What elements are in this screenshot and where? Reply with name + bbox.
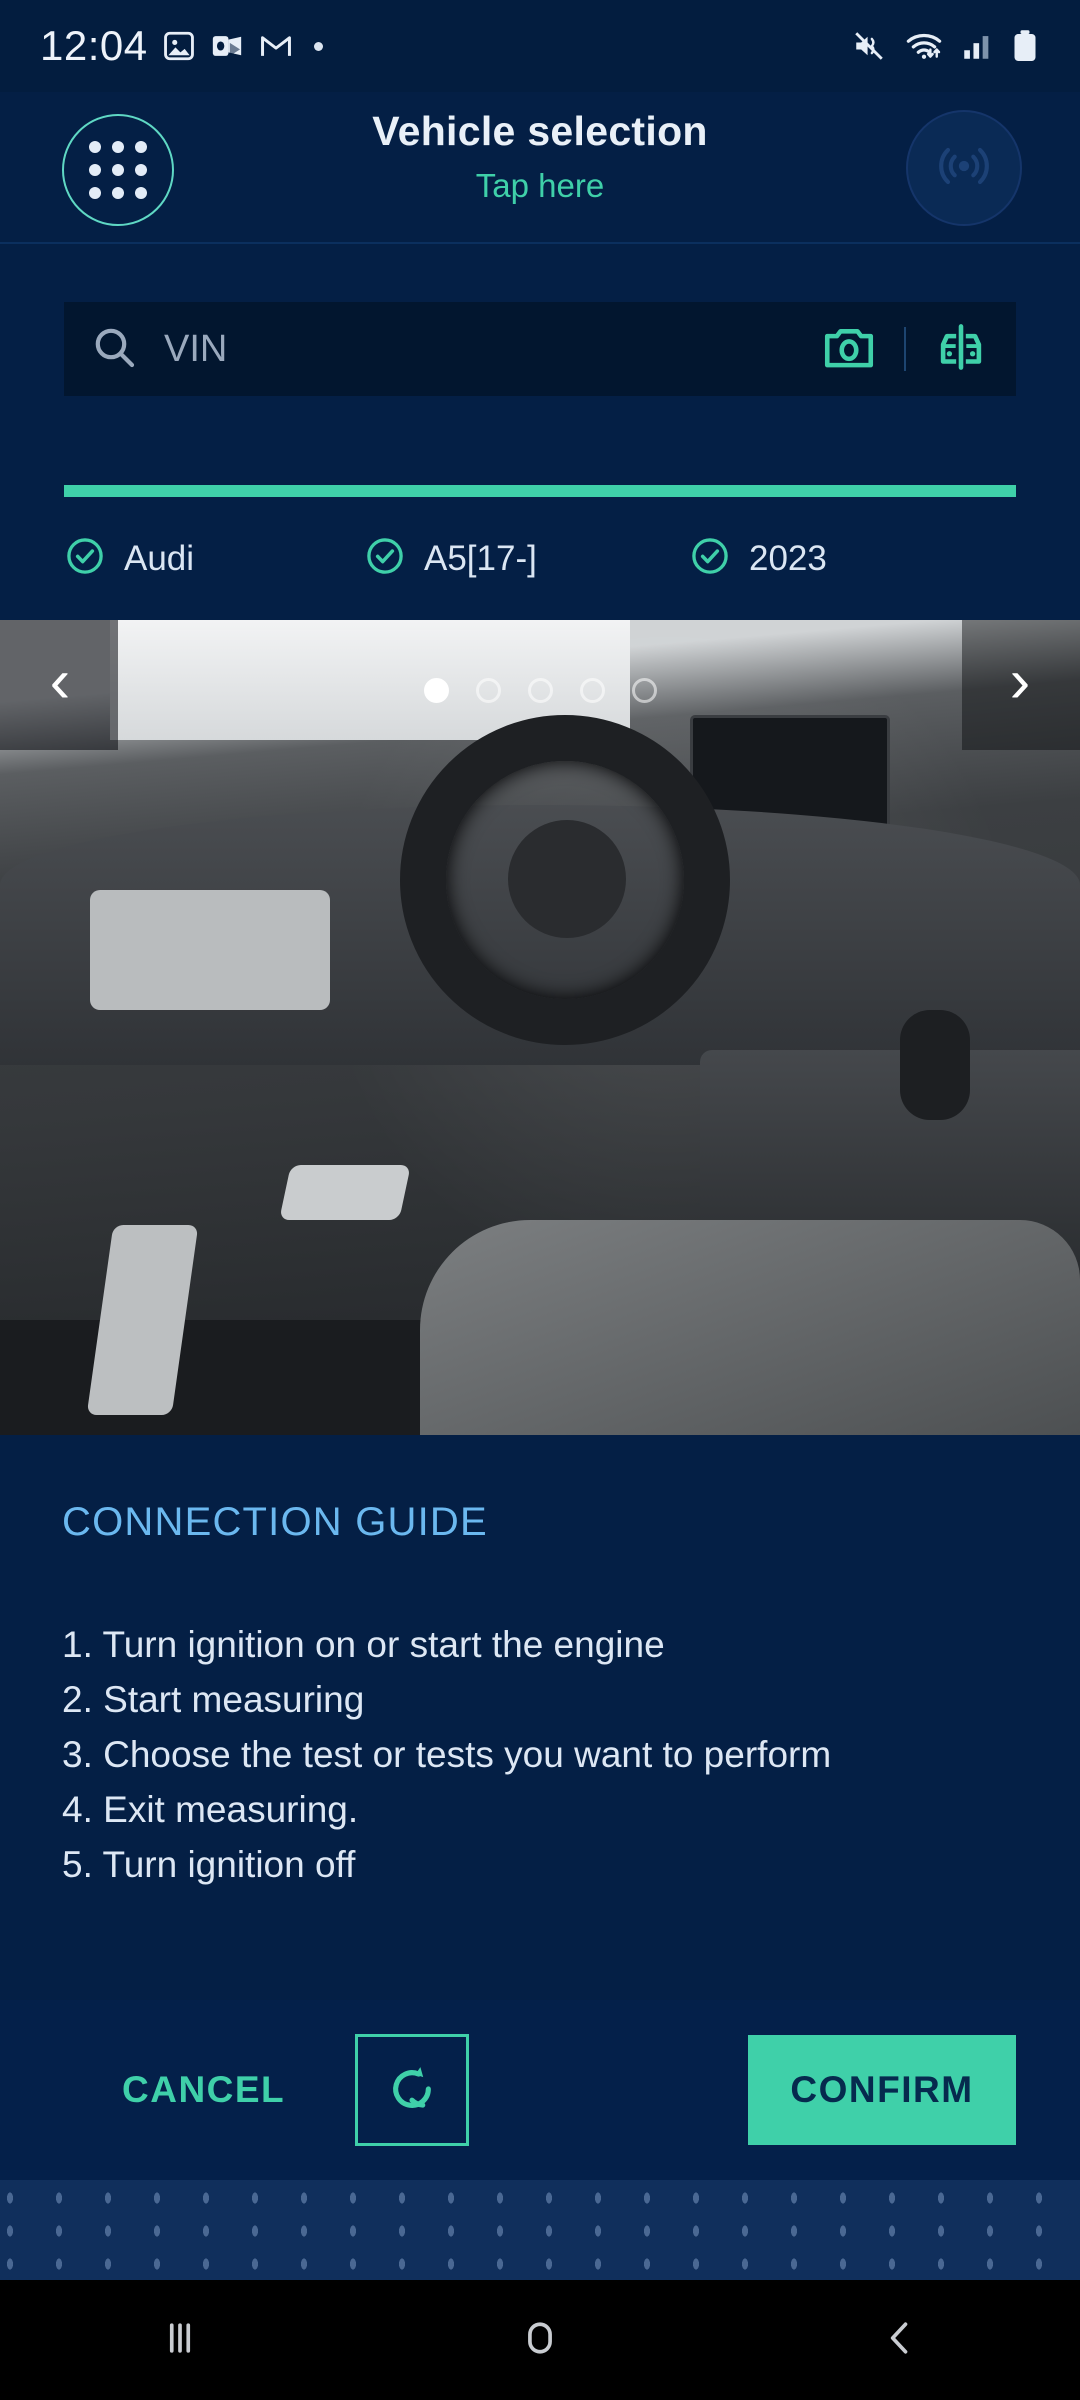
status-bar-left: 12:04 <box>40 22 323 70</box>
cancel-button[interactable]: CANCEL <box>122 2069 285 2111</box>
wifi-icon <box>904 29 944 63</box>
vin-search-field[interactable]: VIN <box>64 302 1016 396</box>
gmail-icon <box>258 29 294 63</box>
check-circle-icon <box>64 535 106 582</box>
photos-icon <box>162 29 196 63</box>
carousel-dot[interactable] <box>527 678 553 703</box>
wireless-connect-button[interactable] <box>906 110 1022 226</box>
app-header: Vehicle selection Tap here <box>0 92 1080 244</box>
refresh-icon <box>384 2061 440 2120</box>
outlook-icon <box>210 29 244 63</box>
vehicle-image-carousel[interactable]: ‹ › <box>0 620 1080 1435</box>
decorative-perforated-strip <box>0 2180 1080 2280</box>
status-bar-clock: 12:04 <box>40 22 148 69</box>
list-item: 1. Turn ignition on or start the engine <box>62 1624 665 1665</box>
list-item: 4. Exit measuring. <box>62 1789 359 1830</box>
home-icon <box>518 2316 562 2365</box>
battery-icon <box>1010 28 1040 64</box>
connection-guide-title: CONNECTION GUIDE <box>62 1500 488 1544</box>
step-model[interactable]: A5[17-] <box>364 535 689 582</box>
back-button[interactable] <box>845 2285 955 2395</box>
selection-progress-fill <box>64 485 1016 497</box>
step-year-label: 2023 <box>749 538 827 578</box>
camera-icon[interactable] <box>820 318 878 381</box>
check-circle-icon <box>689 535 731 582</box>
back-icon <box>878 2316 922 2365</box>
vehicle-compare-icon[interactable] <box>932 318 990 381</box>
carousel-dot[interactable] <box>631 678 657 703</box>
confirm-button[interactable]: CONFIRM <box>748 2035 1016 2145</box>
android-navigation-bar <box>0 2280 1080 2400</box>
status-bar-right <box>850 28 1040 64</box>
search-actions-divider <box>904 327 906 371</box>
vin-search-input[interactable]: VIN <box>164 328 820 371</box>
home-button[interactable] <box>485 2285 595 2395</box>
step-make[interactable]: Audi <box>64 535 364 582</box>
vehicle-selection-screen: 12:04 Vehicle selection Tap here VIN Aud… <box>0 0 1080 2400</box>
wireless-broadcast-icon <box>933 135 995 202</box>
cellular-signal-icon <box>960 29 994 63</box>
check-circle-icon <box>364 535 406 582</box>
carousel-dot[interactable] <box>423 678 449 703</box>
recents-button[interactable] <box>125 2285 235 2395</box>
selection-steps: Audi A5[17-] 2023 <box>64 535 1024 582</box>
recents-icon <box>158 2316 202 2365</box>
search-icon <box>90 323 138 376</box>
connection-guide-panel: CONNECTION GUIDE 1. Turn ignition on or … <box>0 1435 1080 2000</box>
selection-progress-bar <box>64 485 1016 497</box>
action-bar: CANCEL CONFIRM <box>0 2000 1080 2180</box>
more-notifications-dot <box>313 41 323 51</box>
carousel-pagination-dots[interactable] <box>0 678 1080 703</box>
connection-guide-steps: 1. Turn ignition on or start the engine … <box>62 1617 1018 1892</box>
vehicle-interior-photo <box>0 620 1080 1435</box>
list-item: 5. Turn ignition off <box>62 1844 356 1885</box>
step-make-label: Audi <box>124 538 195 578</box>
step-year[interactable]: 2023 <box>689 535 827 582</box>
status-bar: 12:04 <box>0 0 1080 92</box>
mute-vibrate-icon <box>850 29 888 63</box>
refresh-button[interactable] <box>355 2034 469 2146</box>
step-model-label: A5[17-] <box>424 538 537 578</box>
carousel-dot[interactable] <box>579 678 605 703</box>
list-item: 2. Start measuring <box>62 1679 365 1720</box>
list-item: 3. Choose the test or tests you want to … <box>62 1734 832 1775</box>
carousel-dot[interactable] <box>475 678 501 703</box>
